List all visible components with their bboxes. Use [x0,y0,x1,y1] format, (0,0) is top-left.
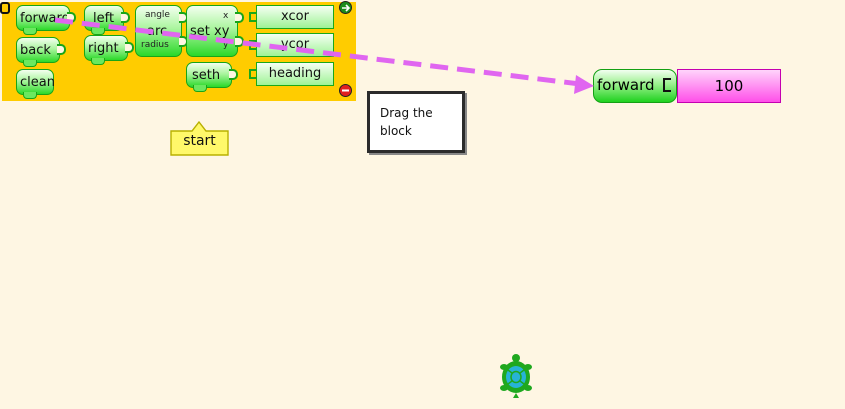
turtle-icon[interactable] [496,353,536,399]
drag-arrow [54,17,594,94]
